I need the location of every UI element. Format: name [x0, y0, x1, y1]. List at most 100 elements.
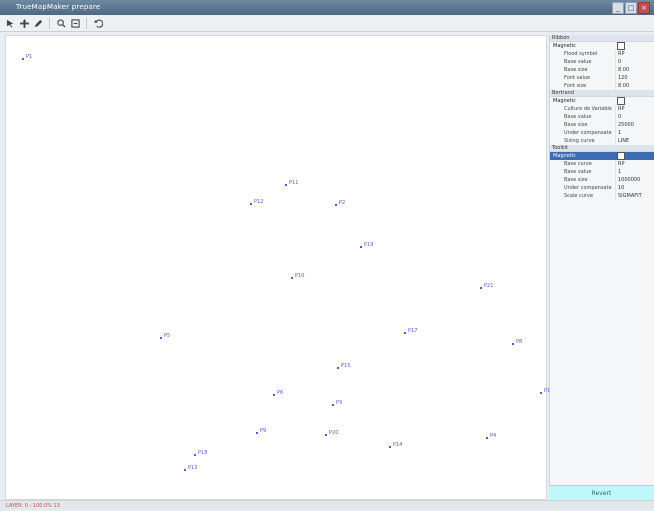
map-point[interactable]: P20 — [325, 430, 338, 436]
point-label: P2 — [339, 200, 346, 206]
property-key: Base value — [564, 169, 592, 175]
map-point[interactable]: P5 — [160, 333, 170, 339]
property-value[interactable]: 1000000 — [615, 176, 654, 184]
point-marker — [273, 394, 275, 396]
map-point[interactable]: P21 — [480, 283, 493, 289]
subsection-checkbox[interactable] — [617, 97, 625, 105]
map-point[interactable]: P19 — [360, 242, 374, 248]
property-value[interactable]: SIGMAFIT — [615, 192, 654, 200]
property-value[interactable]: 8.00 — [615, 66, 654, 74]
property-key: Base size — [564, 177, 588, 183]
minimize-button[interactable]: _ — [612, 2, 624, 14]
property-key: Base curve — [564, 161, 592, 167]
property-row[interactable]: Culture de Variable RP — [550, 105, 654, 113]
property-value[interactable]: 0 — [615, 113, 654, 121]
map-point[interactable]: P12 — [250, 199, 263, 205]
map-point[interactable]: P15 — [337, 363, 350, 369]
property-row[interactable]: Base size 8.00 — [550, 66, 654, 74]
map-point[interactable]: P10 — [291, 273, 305, 279]
property-row[interactable]: Font size 8.00 — [550, 82, 654, 90]
property-value[interactable]: LINE — [615, 137, 654, 145]
close-button[interactable]: × — [638, 2, 650, 14]
property-row[interactable]: Scale curve SIGMAFIT — [550, 192, 654, 200]
maximize-button[interactable]: □ — [625, 2, 637, 14]
point-marker — [540, 392, 542, 394]
map-point[interactable]: P3 — [332, 400, 342, 406]
pointer-icon[interactable] — [4, 17, 16, 29]
point-label: P10 — [295, 273, 305, 279]
property-value[interactable]: 0 — [615, 58, 654, 66]
property-row[interactable]: Base size 1000000 — [550, 176, 654, 184]
panel-subsection[interactable]: Magnetic — [550, 97, 654, 105]
subsection-checkbox[interactable] — [617, 42, 625, 50]
point-marker — [160, 337, 162, 339]
map-canvas[interactable]: P1P11P12P2P19P10P21P17P5P8P15P6P16P3P9P2… — [5, 35, 553, 500]
point-marker — [389, 446, 391, 448]
property-row[interactable]: Sizing curve LINE — [550, 137, 654, 145]
property-row[interactable]: Under compensate 1 — [550, 129, 654, 137]
point-marker — [285, 184, 287, 186]
map-point[interactable]: P17 — [404, 328, 417, 334]
property-value[interactable]: 1 — [615, 168, 654, 176]
property-value[interactable]: 1 — [615, 129, 654, 137]
property-key: Under compensate — [564, 130, 612, 136]
map-point[interactable]: P9 — [256, 428, 266, 434]
undo-icon[interactable] — [92, 17, 104, 29]
property-key: Sizing curve — [564, 138, 595, 144]
panel-subsection[interactable]: Magnetic — [550, 42, 654, 50]
property-value[interactable]: RP — [615, 50, 654, 58]
property-value[interactable]: 120 — [615, 74, 654, 82]
property-row[interactable]: Font value 120 — [550, 74, 654, 82]
property-value[interactable]: RP — [615, 105, 654, 113]
point-marker — [325, 434, 327, 436]
subsection-checkbox[interactable] — [617, 152, 625, 160]
property-row[interactable]: Base curve RP — [550, 160, 654, 168]
panel-section-header[interactable]: Toolkit — [550, 145, 654, 152]
panel-section-header[interactable]: Ribbon — [550, 35, 654, 42]
property-row[interactable]: Under compensate 10 — [550, 184, 654, 192]
zoom-in-icon[interactable] — [55, 17, 67, 29]
point-marker — [332, 404, 334, 406]
map-point[interactable]: P8 — [512, 339, 522, 345]
property-row[interactable]: Base value 1 — [550, 168, 654, 176]
draw-icon[interactable] — [32, 17, 44, 29]
point-marker — [360, 246, 362, 248]
map-point[interactable]: P14 — [389, 442, 403, 448]
point-label: P14 — [393, 442, 403, 448]
property-value[interactable]: 25000 — [615, 121, 654, 129]
zoom-out-icon[interactable] — [69, 17, 81, 29]
map-point[interactable]: P4 — [486, 433, 496, 439]
map-point[interactable]: P2 — [335, 200, 345, 206]
property-key: Font size — [564, 83, 587, 89]
properties-panel: Ribbon Magnetic Flood symbol RP Base value 0 B… — [549, 35, 654, 485]
point-marker — [512, 343, 514, 345]
point-marker — [22, 58, 24, 60]
window-controls: _ □ × — [612, 2, 650, 14]
property-value[interactable]: 10 — [615, 184, 654, 192]
panel-section-header[interactable]: Bertrand — [550, 90, 654, 97]
panel-subsection[interactable]: Magnetic — [550, 152, 654, 160]
point-label: P13 — [188, 465, 198, 471]
property-row[interactable]: Base value 0 — [550, 58, 654, 66]
property-key: Base value — [564, 59, 592, 65]
property-value[interactable]: RP — [615, 160, 654, 168]
point-label: P19 — [364, 242, 374, 248]
property-value[interactable]: 8.00 — [615, 82, 654, 90]
property-row[interactable]: Flood symbol RP — [550, 50, 654, 58]
map-point[interactable]: P13 — [184, 465, 198, 471]
point-label: P9 — [260, 428, 267, 434]
point-marker — [291, 277, 293, 279]
property-row[interactable]: Base size 25000 — [550, 121, 654, 129]
map-point[interactable]: P11 — [285, 180, 299, 186]
window-title: TrueMapMaker prepare — [16, 3, 101, 11]
map-point[interactable]: P18 — [194, 450, 207, 456]
point-marker — [335, 204, 337, 206]
pan-icon[interactable] — [18, 17, 30, 29]
map-point[interactable]: P6 — [273, 390, 283, 396]
revert-button[interactable]: Revert — [549, 485, 654, 501]
property-key: Font value — [564, 75, 591, 81]
property-row[interactable]: Base value 0 — [550, 113, 654, 121]
toolbar-separator — [86, 17, 87, 29]
point-label: P11 — [289, 180, 299, 186]
map-point[interactable]: P1 — [22, 54, 32, 60]
